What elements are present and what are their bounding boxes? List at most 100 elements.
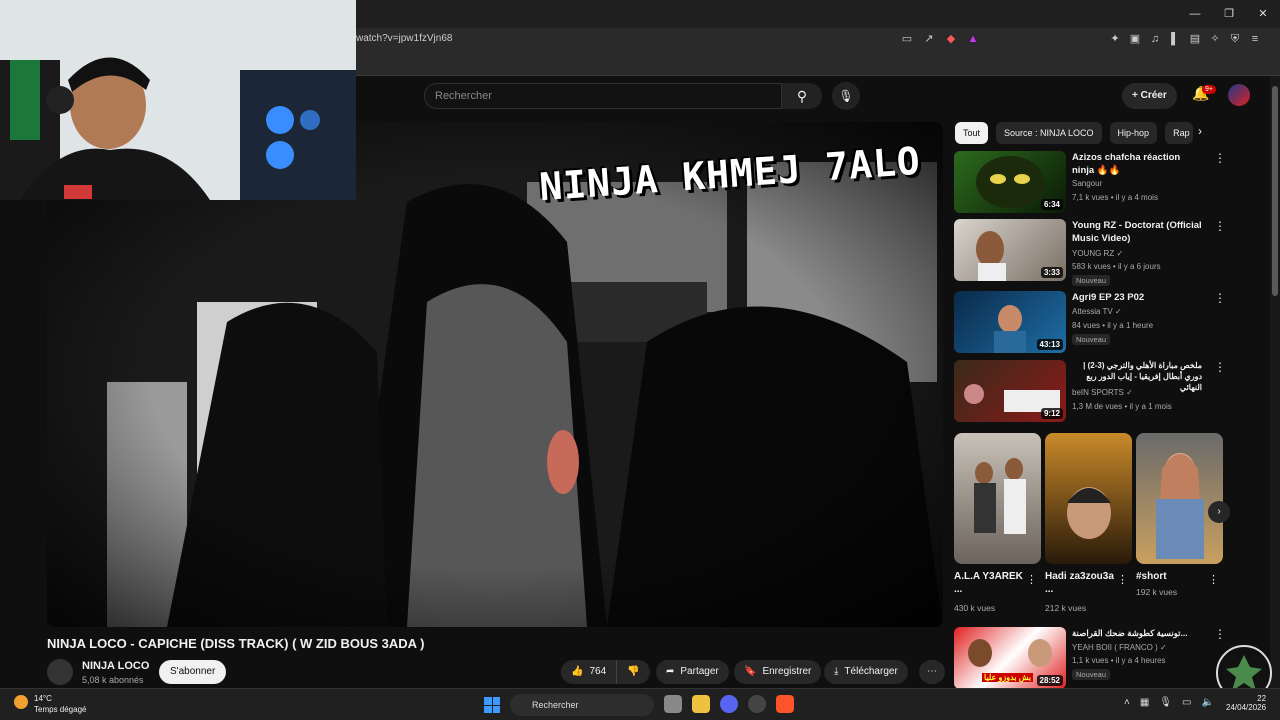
shorts-next-arrow-icon[interactable]: › bbox=[1208, 501, 1230, 523]
brave-shield-icon[interactable]: ◆ bbox=[944, 32, 958, 46]
video-thumbnail[interactable]: 9:12 bbox=[954, 360, 1066, 422]
channel-avatar[interactable] bbox=[47, 659, 73, 685]
reco-channel: YOUNG RZ ✓ bbox=[1072, 249, 1124, 258]
plus-icon: + bbox=[1132, 90, 1141, 101]
short-title[interactable]: Hadi za3zou3a ... bbox=[1045, 570, 1115, 596]
file-explorer-icon[interactable] bbox=[692, 695, 710, 713]
volume-icon[interactable]: 🔈 bbox=[1201, 697, 1213, 708]
more-vertical-icon[interactable]: ⋮ bbox=[1214, 360, 1226, 374]
video-thumbnail[interactable]: بش بدوزو عليا 28:52 bbox=[954, 627, 1066, 689]
duration-badge: 43:13 bbox=[1036, 339, 1063, 350]
display-icon[interactable]: ▭ bbox=[1182, 697, 1191, 708]
thumbs-down-icon: 👎 bbox=[627, 666, 640, 677]
task-view-icon[interactable] bbox=[664, 695, 682, 713]
dislike-button[interactable]: 👎 bbox=[617, 660, 650, 684]
more-vertical-icon[interactable]: ⋮ bbox=[1214, 151, 1226, 165]
reco-channel: YEAH BOII ( FRANCO ) ✓ bbox=[1072, 643, 1167, 652]
create-button[interactable]: + Créer bbox=[1122, 83, 1177, 109]
chip-hiphop[interactable]: Hip-hop bbox=[1109, 122, 1158, 144]
vpn-icon[interactable]: ⛨ bbox=[1228, 32, 1242, 46]
subscriber-count: 5,08 k abonnés bbox=[82, 675, 144, 685]
taskbar-search[interactable]: Rechercher bbox=[510, 694, 654, 716]
url-field[interactable]: watch?v=jpw1fzVjn68 bbox=[356, 33, 452, 44]
close-button[interactable]: ✕ bbox=[1246, 0, 1280, 28]
reco-title: Agri9 EP 23 P02 bbox=[1072, 292, 1145, 303]
mic-icon: 🎙 bbox=[838, 89, 854, 103]
sidebar-icon[interactable]: ▌ bbox=[1168, 32, 1182, 46]
leo-icon[interactable]: ✧ bbox=[1208, 32, 1222, 46]
reco-channel: Sangour bbox=[1072, 179, 1103, 188]
share-button[interactable]: ➦ Partager bbox=[656, 660, 729, 684]
menu-icon[interactable]: ≡ bbox=[1248, 32, 1262, 46]
chip-tout[interactable]: Tout bbox=[955, 122, 989, 144]
new-badge: Nouveau bbox=[1072, 334, 1111, 345]
music-icon[interactable]: ♫ bbox=[1148, 32, 1162, 46]
windows-start-icon[interactable] bbox=[484, 697, 500, 713]
clock[interactable]: 22 24/04/2026 bbox=[1226, 694, 1266, 712]
recommendation-item[interactable]: 43:13 Agri9 EP 23 P02 Attessia TV ✓ 84 v… bbox=[954, 291, 1234, 353]
more-vertical-icon[interactable]: ⋮ bbox=[1214, 219, 1226, 233]
mic-tray-icon[interactable]: 🎙 bbox=[1159, 697, 1172, 708]
like-button[interactable]: 👍 764 bbox=[561, 660, 618, 684]
video-thumbnail[interactable]: 3:33 bbox=[954, 219, 1066, 281]
short-thumbnail[interactable] bbox=[954, 433, 1041, 564]
bookmark-icon: 🔖 bbox=[744, 666, 757, 677]
chip-rap[interactable]: Rap bbox=[1165, 122, 1194, 144]
short-thumbnail[interactable] bbox=[1136, 433, 1223, 564]
video-thumbnail[interactable]: 43:13 bbox=[954, 291, 1066, 353]
new-badge: Nouveau bbox=[1072, 669, 1111, 680]
minimize-button[interactable]: — bbox=[1178, 0, 1212, 28]
more-vertical-icon[interactable]: ⋮ bbox=[1214, 627, 1226, 641]
more-vertical-icon[interactable]: ⋮ bbox=[1117, 573, 1128, 586]
more-actions-button[interactable]: ⋯ bbox=[919, 660, 945, 684]
weather-text[interactable]: Temps dégagé bbox=[34, 705, 86, 714]
like-dislike-group: 👍 764 👎 bbox=[561, 660, 650, 684]
download-icon: ⤓ bbox=[834, 666, 839, 677]
video-thumbnail[interactable]: 6:34 bbox=[954, 151, 1066, 213]
extensions-icon[interactable]: ✦ bbox=[1108, 32, 1122, 46]
share-icon[interactable]: ↗ bbox=[922, 32, 936, 46]
save-button-wrap: 🔖 Enregistrer bbox=[734, 660, 822, 684]
chip-source[interactable]: Source : NINJA LOCO bbox=[996, 122, 1102, 144]
download-button[interactable]: ⤓ Télécharger bbox=[824, 660, 908, 684]
save-button[interactable]: 🔖 Enregistrer bbox=[734, 660, 822, 684]
brave-rewards-icon[interactable]: ▲ bbox=[966, 32, 980, 46]
short-title[interactable]: A.L.A Y3AREK ... bbox=[954, 570, 1024, 596]
wallet-icon[interactable]: ▤ bbox=[1188, 32, 1202, 46]
short-thumbnail[interactable] bbox=[1045, 433, 1132, 564]
subscribe-button[interactable]: S'abonner bbox=[159, 660, 227, 684]
scrollbar-thumb[interactable] bbox=[1272, 86, 1278, 296]
reco-meta: 7,1 k vues • il y a 4 mois bbox=[1072, 193, 1158, 202]
chevron-right-icon[interactable]: › bbox=[1198, 124, 1202, 138]
brave-browser-icon[interactable] bbox=[776, 695, 794, 713]
clock-date: 24/04/2026 bbox=[1226, 703, 1267, 712]
screenshot-icon[interactable]: ▣ bbox=[1128, 32, 1142, 46]
reco-title: Young RZ - Doctorat (Official Music Vide… bbox=[1072, 220, 1202, 244]
search-button[interactable]: ⚲ bbox=[782, 83, 822, 109]
notification-count-badge: 9+ bbox=[1202, 85, 1216, 94]
temperature[interactable]: 14°C bbox=[34, 694, 52, 703]
recommendation-item[interactable]: 3:33 Young RZ - Doctorat (Official Music… bbox=[954, 219, 1234, 286]
more-vertical-icon[interactable]: ⋮ bbox=[1208, 573, 1219, 586]
more-vertical-icon[interactable]: ⋮ bbox=[1214, 291, 1226, 305]
steam-icon[interactable] bbox=[748, 695, 766, 713]
discord-icon[interactable] bbox=[720, 695, 738, 713]
recommendation-item[interactable]: بش بدوزو عليا 28:52 تونسية كطوشة ضحك الق… bbox=[954, 627, 1234, 689]
more-vertical-icon[interactable]: ⋮ bbox=[1026, 573, 1037, 586]
voice-search-button[interactable]: 🎙 bbox=[832, 82, 860, 110]
channel-name[interactable]: NINJA LOCO bbox=[82, 660, 149, 672]
share-arrow-icon: ➦ bbox=[666, 666, 675, 677]
recommendation-item[interactable]: 6:34 Azizos chafcha réaction ninja 🔥🔥 Sa… bbox=[954, 151, 1234, 213]
chevron-up-icon[interactable]: ˄ bbox=[1124, 697, 1130, 708]
maximize-button[interactable]: ❐ bbox=[1212, 0, 1246, 28]
taskbar-apps bbox=[664, 695, 794, 713]
search-input[interactable]: Rechercher bbox=[424, 83, 782, 109]
page-scrollbar[interactable] bbox=[1270, 76, 1280, 688]
duration-badge: 9:12 bbox=[1040, 408, 1063, 419]
cast-icon[interactable]: ▭ bbox=[900, 32, 914, 46]
recommendation-item[interactable]: 9:12 ملخص مباراة الأهلي والترجي (3-2) | … bbox=[954, 360, 1234, 422]
more-horizontal-icon: ⋯ bbox=[927, 666, 937, 677]
network-icon[interactable]: ▦ bbox=[1140, 697, 1149, 708]
short-title[interactable]: #short bbox=[1136, 570, 1206, 583]
account-avatar[interactable] bbox=[1228, 84, 1250, 106]
